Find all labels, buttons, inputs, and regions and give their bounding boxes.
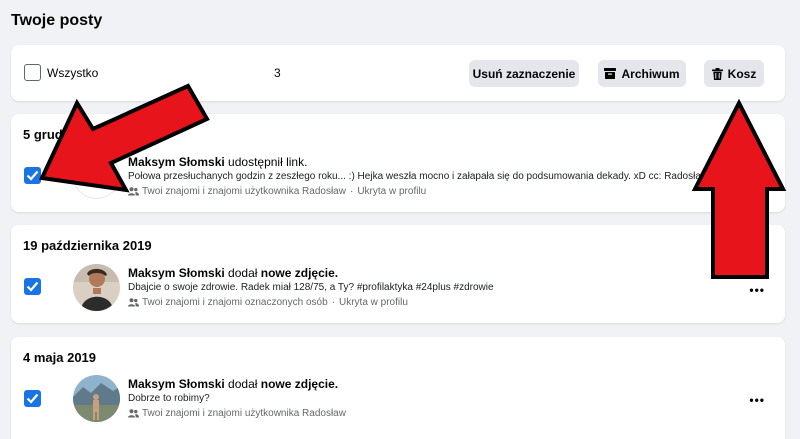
post-headline: Maksym Słomski dodał nowe zdjęcie. bbox=[128, 266, 338, 280]
post-checkbox[interactable] bbox=[24, 390, 41, 407]
post-checkbox[interactable] bbox=[24, 278, 41, 295]
more-options-icon[interactable]: ••• bbox=[749, 283, 765, 297]
post-object[interactable]: nowe zdjęcie. bbox=[261, 266, 338, 280]
bulk-actions-bar: Wszystko 3 Usuń zaznaczenie Archiwum Kos… bbox=[11, 45, 785, 101]
trash-icon bbox=[711, 67, 723, 80]
post-card: 4 maja 2019 Maksym Słomski dodał nowe zd… bbox=[11, 337, 785, 439]
checkmark-icon bbox=[26, 170, 39, 181]
post-headline: Maksym Słomski dodał nowe zdjęcie. bbox=[128, 377, 338, 391]
post-text: Połowa przesłuchanych godzin z zeszłego … bbox=[128, 171, 709, 182]
page-title: Twoje posty bbox=[11, 12, 103, 29]
select-all-checkbox[interactable] bbox=[24, 64, 41, 81]
selected-count: 3 bbox=[274, 66, 281, 80]
checkmark-icon bbox=[26, 393, 39, 404]
post-action: udostępnił link. bbox=[224, 155, 308, 169]
post-author[interactable]: Maksym Słomski bbox=[128, 377, 225, 391]
post-audience: Twoi znajomi i znajomi oznaczonych osób bbox=[142, 297, 328, 308]
post-meta: Twoi znajomi i znajomi użytkownika Rados… bbox=[128, 408, 346, 419]
post-visibility: Ukryta w profilu bbox=[339, 297, 408, 308]
friends-icon bbox=[128, 187, 139, 196]
avatar[interactable] bbox=[73, 264, 120, 311]
post-author[interactable]: Maksym Słomski bbox=[128, 266, 225, 280]
post-action: dodał bbox=[224, 377, 261, 391]
post-checkbox[interactable] bbox=[24, 167, 41, 184]
post-text: Dbajcie o swoje zdrowie. Radek miał 128/… bbox=[128, 282, 494, 293]
clear-selection-button[interactable]: Usuń zaznaczenie bbox=[469, 60, 579, 87]
trash-button[interactable]: Kosz bbox=[704, 60, 764, 87]
post-text: Dobrze to robimy? bbox=[128, 393, 210, 404]
meta-separator: · bbox=[349, 186, 354, 197]
archive-label: Archiwum bbox=[621, 66, 680, 81]
trash-label: Kosz bbox=[727, 66, 757, 81]
select-all-label: Wszystko bbox=[47, 66, 99, 80]
post-action: dodał bbox=[224, 266, 261, 280]
avatar-photo bbox=[73, 264, 120, 311]
more-options-icon[interactable]: ••• bbox=[749, 393, 765, 407]
archive-button[interactable]: Archiwum bbox=[598, 60, 686, 87]
post-date: 4 maja 2019 bbox=[23, 350, 97, 365]
avatar[interactable] bbox=[73, 375, 120, 422]
post-date: 19 października 2019 bbox=[23, 238, 152, 253]
post-card: 5 grudnia Maksym Słomski udostępnił link… bbox=[11, 114, 785, 212]
archive-icon bbox=[604, 68, 617, 79]
meta-separator: · bbox=[331, 297, 335, 308]
post-meta: Twoi znajomi i znajomi użytkownika Rados… bbox=[128, 186, 426, 197]
friends-icon bbox=[128, 409, 139, 418]
post-author[interactable]: Maksym Słomski bbox=[128, 155, 225, 169]
clear-selection-label: Usuń zaznaczenie bbox=[472, 66, 576, 81]
post-visibility: Ukryta w profilu bbox=[357, 186, 427, 197]
friends-icon bbox=[128, 298, 139, 307]
avatar-photo bbox=[73, 375, 120, 422]
post-audience: Twoi znajomi i znajomi użytkownika Rados… bbox=[142, 186, 346, 197]
post-meta: Twoi znajomi i znajomi oznaczonych osób … bbox=[128, 297, 408, 308]
post-audience: Twoi znajomi i znajomi użytkownika Rados… bbox=[142, 408, 346, 419]
post-date: 5 grudnia bbox=[23, 127, 82, 142]
checkmark-icon bbox=[26, 281, 39, 292]
post-object[interactable]: nowe zdjęcie. bbox=[261, 377, 338, 391]
post-card: 19 października 2019 Maksym Słomski doda… bbox=[11, 225, 785, 323]
avatar[interactable] bbox=[73, 152, 120, 199]
post-headline: Maksym Słomski udostępnił link. bbox=[128, 155, 307, 169]
